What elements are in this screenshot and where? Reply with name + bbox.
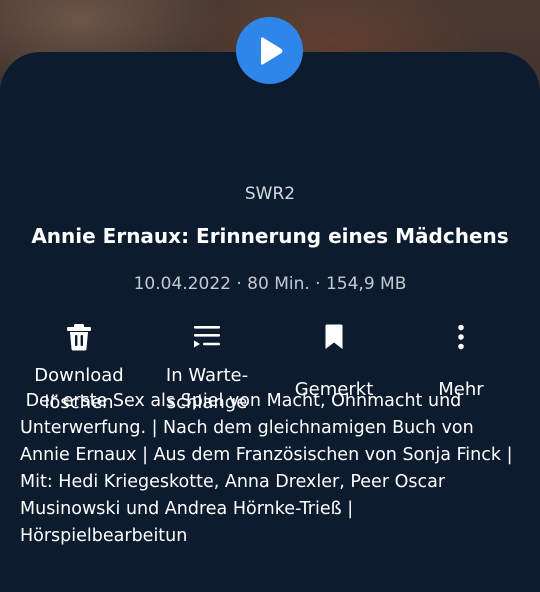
episode-title: Annie Ernaux: Erinnerung eines Mädchens <box>31 224 509 248</box>
queue-icon <box>192 320 222 354</box>
episode-source: SWR2 <box>244 184 296 204</box>
play-button[interactable] <box>236 17 303 84</box>
bookmark-icon <box>324 320 344 354</box>
trash-icon <box>66 320 92 354</box>
episode-meta: 10.04.2022 · 80 Min. · 154,9 MB <box>133 274 407 294</box>
more-vertical-icon <box>457 320 465 354</box>
episode-description: Der erste Sex als Spiel von Macht, Ohnma… <box>20 391 519 546</box>
play-icon <box>260 36 282 65</box>
